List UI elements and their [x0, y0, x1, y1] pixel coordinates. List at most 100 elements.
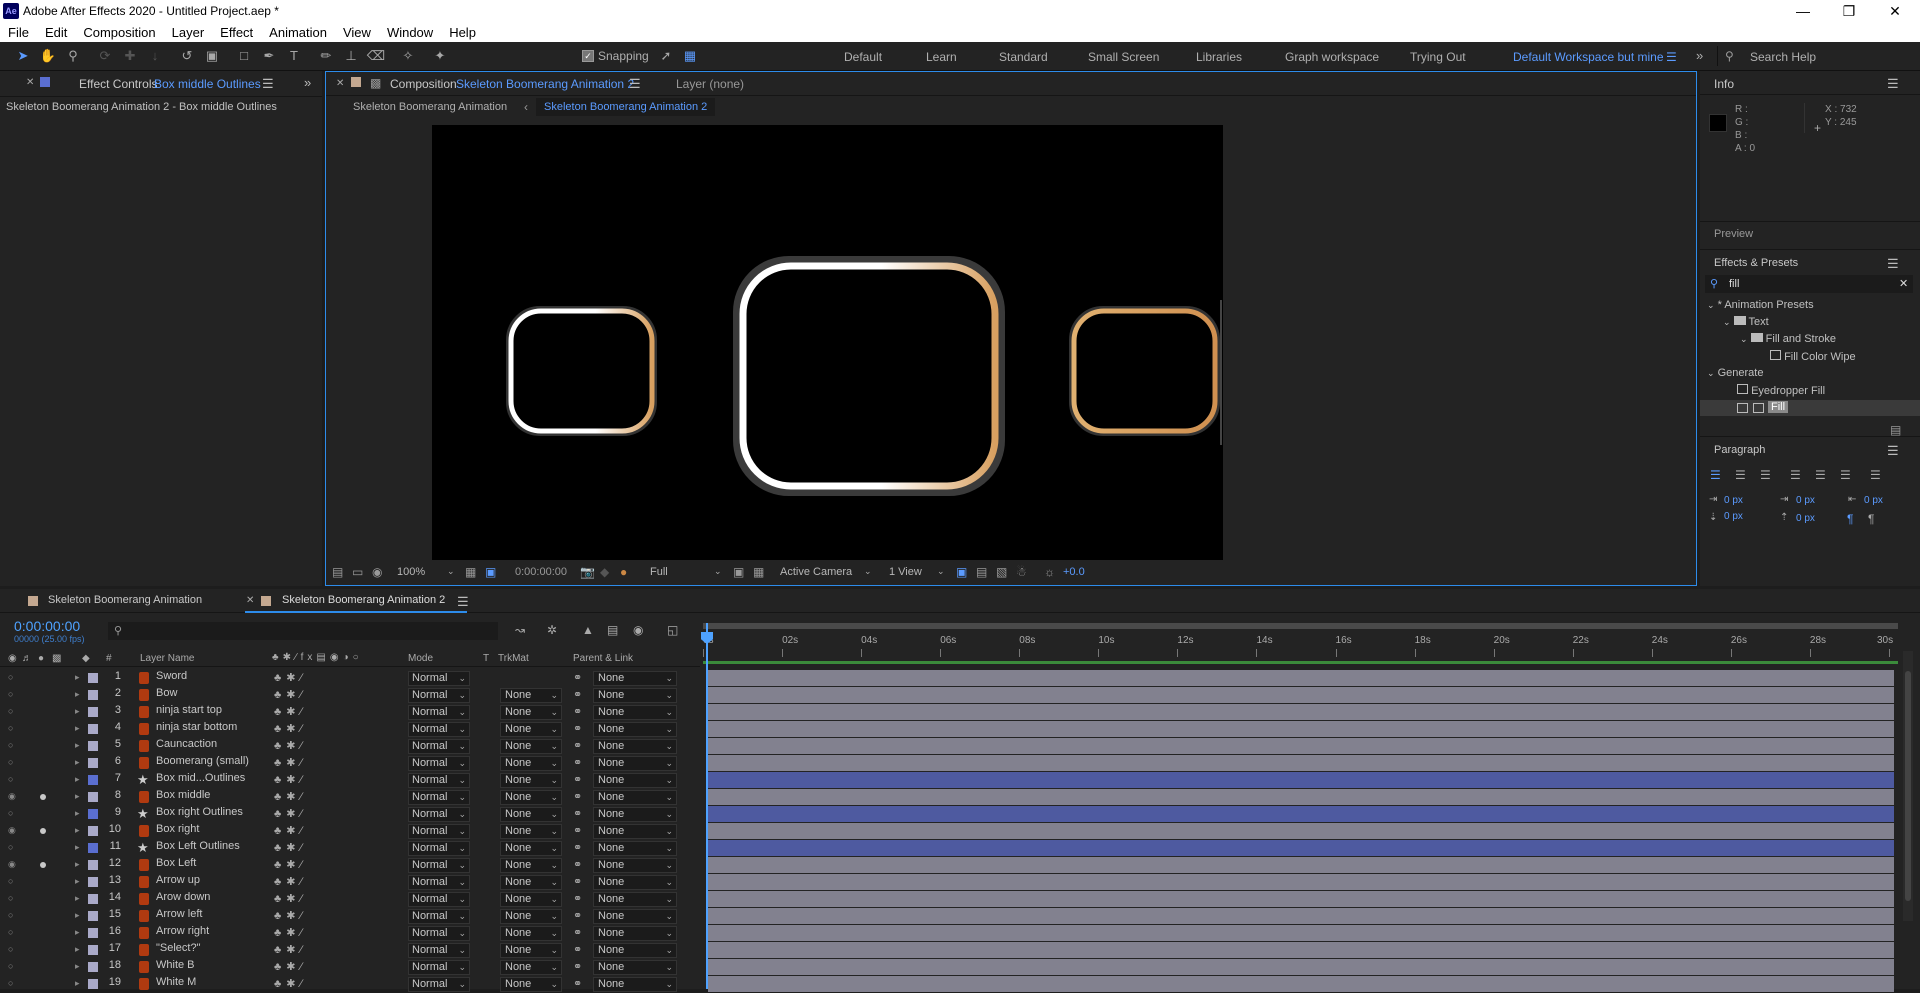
time-ruler[interactable]: 0s02s04s06s08s10s12s14s16s18s20s22s24s26… — [700, 623, 1910, 667]
workspace-menu-icon[interactable]: ☰ — [1666, 50, 1677, 64]
menu-composition[interactable]: Composition — [75, 22, 163, 40]
panel-menu-icon[interactable]: ☰ — [629, 76, 641, 92]
puppet-pin-tool-icon[interactable]: ✦ — [430, 47, 450, 65]
label-header-icon[interactable]: ◆ — [82, 653, 90, 664]
close-tab-icon[interactable]: ✕ — [246, 595, 254, 606]
new-folder-icon[interactable]: ▤ — [1890, 423, 1901, 437]
indent-left-value[interactable]: 0 px — [1724, 495, 1743, 506]
type-tool-icon[interactable]: T — [284, 47, 304, 65]
paragraph-title[interactable]: Paragraph — [1714, 444, 1765, 456]
always-preview-icon[interactable]: ▤ — [332, 565, 343, 579]
pen-tool-icon[interactable]: ✒ — [259, 47, 279, 65]
lock-icon[interactable]: ▩ — [370, 76, 381, 90]
snap-option-icon[interactable]: ➚ — [656, 47, 676, 65]
tree-generate[interactable]: ⌄ Generate — [1707, 367, 1763, 379]
rtl-direction-icon[interactable]: ¶ — [1868, 512, 1874, 526]
workspace-learn[interactable]: Learn — [926, 50, 957, 64]
layer-duration-bar[interactable] — [708, 704, 1894, 720]
video-toggle-icon[interactable]: ◉ — [8, 653, 17, 664]
justify-all-icon[interactable]: ☰ — [1870, 468, 1881, 482]
draft-3d-icon[interactable]: ✲ — [547, 623, 557, 637]
clone-stamp-tool-icon[interactable]: ⊥ — [341, 47, 361, 65]
eraser-tool-icon[interactable]: ⌫ — [366, 47, 386, 65]
layer-duration-bar[interactable] — [708, 670, 1894, 686]
close-icon[interactable]: ✕ — [1872, 0, 1918, 22]
num-header[interactable]: # — [106, 653, 112, 664]
brush-tool-icon[interactable]: ✏ — [316, 47, 336, 65]
audio-toggle-icon[interactable]: ♬ — [22, 653, 32, 664]
expand-panels-icon[interactable]: » — [304, 75, 311, 90]
workspace-graph[interactable]: Graph workspace — [1285, 50, 1379, 64]
view-layout-select[interactable]: 1 View — [889, 566, 922, 578]
pixel-aspect-icon[interactable]: ▣ — [956, 565, 967, 579]
search-help-box[interactable]: ⚲ Search Help — [1717, 46, 1917, 66]
more-workspaces-icon[interactable]: » — [1696, 48, 1703, 63]
align-left-icon[interactable]: ☰ — [1710, 468, 1721, 482]
workspace-libraries[interactable]: Libraries — [1196, 50, 1242, 64]
justify-right-icon[interactable]: ☰ — [1840, 468, 1851, 482]
workspace-default-but-mine[interactable]: Default Workspace but mine — [1513, 50, 1664, 64]
search-help-input[interactable]: Search Help — [1750, 50, 1816, 64]
layer-duration-bar[interactable] — [708, 857, 1894, 873]
workspace-default[interactable]: Default — [844, 50, 882, 64]
workspace-small-screen[interactable]: Small Screen — [1088, 50, 1159, 64]
panel-menu-icon[interactable]: ☰ — [457, 594, 469, 610]
trkmat-header[interactable]: TrkMat — [498, 653, 529, 664]
rectangle-tool-icon[interactable]: □ — [234, 47, 254, 65]
layer-duration-bar[interactable] — [708, 925, 1894, 941]
timeline-tab-1[interactable]: Skeleton Boomerang Animation — [48, 594, 202, 606]
layer-duration-bar[interactable] — [708, 772, 1894, 788]
lock-header-icon[interactable]: ▩ — [52, 653, 61, 664]
menu-edit[interactable]: Edit — [37, 22, 75, 40]
effects-search-box[interactable]: ⚲ fill ✕ — [1705, 275, 1913, 293]
zoom-tool-icon[interactable]: ⚲ — [63, 47, 83, 65]
tree-fill[interactable]: Fill — [1768, 401, 1789, 413]
close-tab-icon[interactable]: ✕ — [26, 77, 34, 88]
transparency-grid-icon[interactable]: ▦ — [753, 565, 764, 579]
graph-editor-icon[interactable]: ◱ — [667, 623, 678, 637]
monitor-icon[interactable]: ▭ — [352, 565, 363, 579]
hand-tool-icon[interactable]: ✋ — [38, 47, 58, 65]
close-tab-icon[interactable]: ✕ — [336, 78, 344, 89]
maximize-icon[interactable]: ❐ — [1826, 0, 1872, 22]
layer-duration-bar[interactable] — [708, 687, 1894, 703]
rotation-tool-icon[interactable]: ↺ — [177, 47, 197, 65]
mask-visibility-icon[interactable]: ◉ — [372, 565, 382, 579]
pan-behind-tool-icon[interactable]: ▣ — [202, 47, 222, 65]
panel-menu-icon[interactable]: ☰ — [1887, 256, 1899, 272]
dolly-camera-tool-icon[interactable]: ↓ — [145, 47, 165, 65]
effect-controls-tab[interactable]: Effect Controls — [79, 77, 157, 91]
panel-menu-icon[interactable]: ☰ — [1887, 443, 1899, 459]
camera-select[interactable]: Active Camera — [780, 566, 852, 578]
mode-header[interactable]: Mode — [408, 653, 433, 664]
work-area-bar[interactable] — [703, 623, 1898, 629]
effect-controls-layer-name[interactable]: Box middle Outlines — [154, 77, 261, 91]
layer-duration-bar[interactable] — [708, 942, 1894, 958]
snapping-checkbox[interactable]: ✓ — [582, 50, 594, 62]
composition-name[interactable]: Skeleton Boomerang Animation 2 — [456, 77, 634, 91]
indent-first-value[interactable]: 0 px — [1796, 495, 1815, 506]
layer-duration-bar[interactable] — [708, 738, 1894, 754]
layer-duration-bar[interactable] — [708, 874, 1894, 890]
tree-fill-color-wipe[interactable]: Fill Color Wipe — [1770, 350, 1856, 363]
ltr-direction-icon[interactable]: ¶ — [1847, 512, 1853, 526]
current-timecode[interactable]: 0:00:00:00 — [14, 618, 80, 634]
space-before-value[interactable]: 0 px — [1724, 511, 1743, 522]
layer-duration-bar[interactable] — [708, 840, 1894, 856]
menu-help[interactable]: Help — [441, 22, 484, 40]
fast-previews-icon[interactable]: ▤ — [976, 565, 987, 579]
layer-duration-bar[interactable] — [708, 891, 1894, 907]
parent-header[interactable]: Parent & Link — [573, 653, 633, 664]
toggle-mask-icon[interactable]: ▣ — [485, 565, 496, 579]
region-of-interest-icon[interactable]: ▣ — [733, 565, 744, 579]
layer-name-header[interactable]: Layer Name — [140, 653, 194, 664]
title-safe-icon[interactable]: ▦ — [465, 565, 476, 579]
timeline-scrollbar[interactable] — [1903, 651, 1913, 921]
flowchart-icon[interactable]: ☃ — [1016, 565, 1027, 579]
shy-layers-icon[interactable]: ▲ — [582, 623, 594, 637]
solo-header-icon[interactable]: ● — [38, 653, 44, 664]
minimize-icon[interactable]: — — [1780, 0, 1826, 22]
timeline-tab-2[interactable]: Skeleton Boomerang Animation 2 — [282, 594, 445, 606]
breadcrumb-current[interactable]: Skeleton Boomerang Animation 2 — [536, 98, 716, 116]
show-snapshot-icon[interactable]: ◆ — [600, 565, 609, 579]
